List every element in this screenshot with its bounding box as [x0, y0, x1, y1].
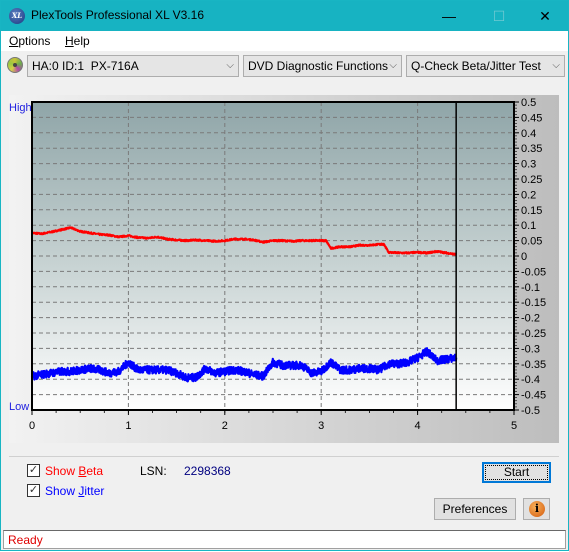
y-tick-label: 0.25 — [521, 174, 542, 186]
y-tick-label: 0.5 — [521, 97, 536, 109]
y-tick-label: 0.05 — [521, 236, 542, 248]
lsn-label: LSN: — [140, 464, 167, 478]
status-text: Ready — [8, 533, 43, 547]
show-beta-checkbox[interactable]: ✓ — [27, 464, 40, 477]
app-window: XL PlexTools Professional XL V3.16 — ☐ ✕… — [0, 0, 569, 551]
y-tick-label: -0.1 — [521, 282, 540, 294]
y-tick-label: -0.05 — [521, 266, 546, 278]
start-button[interactable]: Start — [482, 462, 551, 483]
x-tick-label: 2 — [222, 420, 228, 432]
y-tick-label: 0.15 — [521, 205, 542, 217]
x-tick-label: 0 — [29, 420, 35, 432]
y-tick-label: -0.35 — [521, 359, 546, 371]
y-tick-label: 0 — [521, 251, 527, 263]
show-jitter-label[interactable]: Show Jitter — [45, 484, 104, 498]
show-jitter-checkbox[interactable]: ✓ — [27, 484, 40, 497]
x-axis: 0 1 2 3 4 5 — [29, 410, 517, 432]
preferences-button[interactable]: Preferences — [434, 498, 516, 520]
lsn-value: 2298368 — [184, 464, 231, 478]
y-tick-label: 0.3 — [521, 159, 536, 171]
x-tick-label: 5 — [511, 420, 517, 432]
x-tick-label: 3 — [318, 420, 324, 432]
y-axis: 0.5 0.45 0.4 0.35 0.3 0.25 0.2 0.15 0.1 0.05 0 -0.0… — [514, 97, 546, 417]
y-tick-label: -0.5 — [521, 405, 540, 417]
y-tick-label: 0.45 — [521, 112, 542, 124]
y-tick-label: -0.2 — [521, 313, 540, 325]
y-tick-label: -0.4 — [521, 374, 540, 386]
status-bar: Ready — [3, 530, 566, 549]
y-tick-label: -0.25 — [521, 328, 546, 340]
y-tick-label: 0.4 — [521, 128, 536, 140]
y-tick-label: -0.3 — [521, 343, 540, 355]
focus-rect — [485, 465, 548, 480]
info-button[interactable]: i — [523, 498, 550, 520]
y-tick-label: 0.35 — [521, 143, 542, 155]
y-tick-label: -0.15 — [521, 297, 546, 309]
preferences-button-label: Preferences — [442, 502, 508, 516]
y-tick-label: 0.2 — [521, 189, 536, 201]
y-tick-label: -0.45 — [521, 390, 546, 402]
x-tick-label: 4 — [415, 420, 421, 432]
x-tick-label: 1 — [125, 420, 131, 432]
show-beta-label[interactable]: Show Beta — [45, 464, 103, 478]
info-icon: i — [529, 501, 545, 517]
y-tick-label: 0.1 — [521, 220, 536, 232]
